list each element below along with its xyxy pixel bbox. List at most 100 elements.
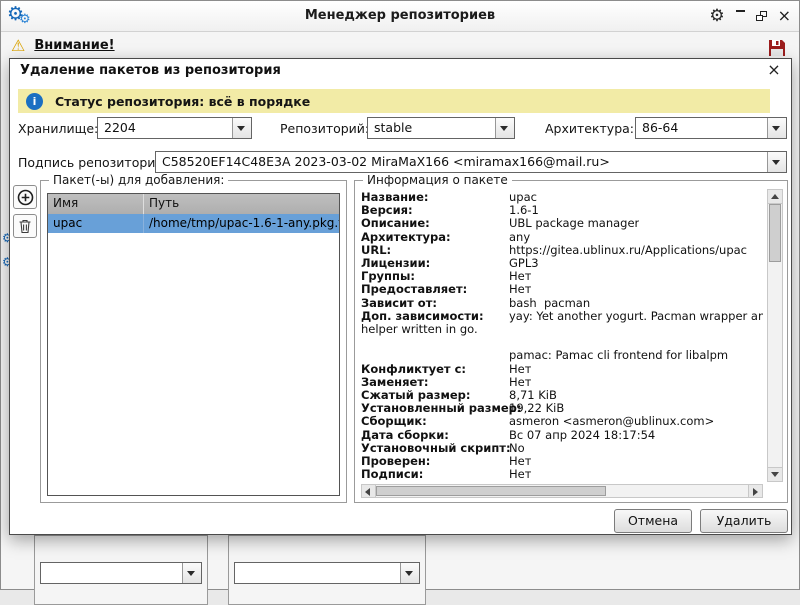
table-row[interactable]: upac/home/tmp/upac-1.6-1-any.pkg.t: [48, 214, 339, 233]
info-field-row: Дата сборки:Вс 07 апр 2024 18:17:54: [361, 429, 763, 442]
info-field-row: pamac: Pamac cli frontend for libalpm: [361, 349, 763, 362]
info-icon: i: [26, 93, 43, 110]
packages-group-title: Пакет(-ы) для добавления:: [49, 173, 228, 187]
package-table-body: upac/home/tmp/upac-1.6-1-any.pkg.t: [48, 214, 339, 233]
signature-combobox[interactable]: C58520EF14C48E3A 2023-03-02 MiraMaX166 <…: [155, 151, 787, 173]
maximize-button[interactable]: [756, 11, 767, 21]
architecture-label: Архитектура:: [545, 121, 634, 136]
minimize-button[interactable]: [736, 10, 745, 12]
info-field-value: Нет: [509, 283, 531, 296]
column-header-path[interactable]: Путь: [144, 194, 339, 214]
info-field-value: any: [509, 231, 530, 244]
info-field-value: Нет: [509, 363, 531, 376]
info-spacer: [361, 336, 763, 349]
dropdown-arrow-icon[interactable]: [767, 118, 786, 138]
info-field-label: Сборщик:: [361, 415, 509, 428]
warning-bar: ⚠ Внимание!: [1, 32, 799, 59]
package-info-list: Название:upacВерсия:1.6-1Описание:UBL pa…: [361, 191, 763, 482]
scrollbar-thumb[interactable]: [376, 486, 606, 496]
info-field-label: Предоставляет:: [361, 283, 509, 296]
background-combobox[interactable]: [234, 562, 420, 584]
horizontal-scrollbar[interactable]: [361, 484, 763, 498]
packages-groupbox: Пакет(-ы) для добавления: Имя Путь upac/…: [40, 180, 347, 503]
remove-packages-dialog: Удаление пакетов из репозитория × i Стат…: [9, 58, 792, 535]
scrollbar-thumb[interactable]: [769, 204, 781, 262]
dropdown-arrow-icon[interactable]: [767, 152, 786, 172]
package-name-cell[interactable]: upac: [48, 214, 144, 233]
window-controls: ⚙ ×: [709, 1, 791, 31]
remove-package-button[interactable]: [13, 214, 37, 238]
trash-icon: [17, 218, 33, 234]
add-icon: [17, 189, 34, 206]
info-field-row: Зависит от:bash pacman: [361, 297, 763, 310]
info-field-label: Конфликтует с:: [361, 363, 509, 376]
architecture-value: 86-64: [642, 118, 766, 138]
storage-label: Хранилище:: [18, 121, 98, 136]
window-title: Менеджер репозиториев: [1, 1, 799, 31]
info-field-row: Предоставляет:Нет: [361, 283, 763, 296]
cancel-button[interactable]: Отмена: [614, 509, 692, 533]
storage-value: 2204: [104, 118, 231, 138]
vertical-scrollbar[interactable]: [767, 189, 783, 482]
add-package-button[interactable]: [13, 185, 37, 209]
info-field-value: 19,22 KiB: [509, 402, 564, 415]
dropdown-arrow-icon[interactable]: [182, 563, 201, 583]
titlebar: ⚙ ⚙ Менеджер репозиториев ⚙ ×: [1, 1, 799, 32]
architecture-combobox[interactable]: 86-64: [635, 117, 787, 139]
storage-combobox[interactable]: 2204: [97, 117, 252, 139]
info-field-row: Название:upac: [361, 191, 763, 204]
info-field-value: Нет: [509, 376, 531, 389]
package-table[interactable]: Имя Путь upac/home/tmp/upac-1.6-1-any.pk…: [47, 193, 340, 496]
background-combobox[interactable]: [40, 562, 202, 584]
dropdown-arrow-icon[interactable]: [495, 118, 514, 138]
status-bar: i Статус репозитория: всё в порядке: [18, 89, 770, 113]
package-info-groupbox: Информация о пакете Название:upacВерсия:…: [354, 180, 788, 503]
info-field-value: UBL package manager: [509, 217, 639, 230]
info-field-value: Нет: [509, 270, 531, 283]
status-text: Статус репозитория: всё в порядке: [55, 94, 310, 109]
info-field-row: Архитектура:any: [361, 231, 763, 244]
info-field-value: No: [509, 442, 525, 455]
info-field-label: Описание:: [361, 217, 509, 230]
window-close-button[interactable]: ×: [778, 8, 791, 24]
info-field-label: Дата сборки:: [361, 429, 509, 442]
scroll-up-icon[interactable]: [768, 190, 782, 204]
dropdown-arrow-icon[interactable]: [400, 563, 419, 583]
signature-value: C58520EF14C48E3A 2023-03-02 MiraMaX166 <…: [162, 152, 766, 172]
settings-gear-icon[interactable]: ⚙: [709, 6, 724, 26]
info-field-row: Лицензии:GPL3: [361, 257, 763, 270]
repository-value: stable: [374, 118, 494, 138]
info-field-value: yay: Yet another yogurt. Pacman wrapper …: [509, 310, 763, 323]
dialog-close-button[interactable]: ×: [765, 61, 783, 79]
info-field-label: [361, 349, 509, 362]
maximize-icon: [756, 15, 763, 21]
info-field-value: Вс 07 апр 2024 18:17:54: [509, 429, 655, 442]
scroll-down-icon[interactable]: [768, 467, 782, 481]
info-field-row: Подписи:Нет: [361, 468, 763, 481]
info-field-row: Описание:UBL package manager: [361, 217, 763, 230]
info-field-label: Подписи:: [361, 468, 509, 481]
dropdown-arrow-icon[interactable]: [232, 118, 251, 138]
info-field-value: asmeron <asmeron@ublinux.com>: [509, 415, 714, 428]
info-field-value: upac: [509, 191, 537, 204]
column-header-name[interactable]: Имя: [48, 194, 144, 214]
warning-label[interactable]: Внимание!: [34, 38, 114, 53]
repository-combobox[interactable]: stable: [367, 117, 515, 139]
info-field-row: Сборщик:asmeron <asmeron@ublinux.com>: [361, 415, 763, 428]
scroll-right-icon[interactable]: [748, 485, 762, 497]
scroll-left-icon[interactable]: [362, 485, 376, 497]
info-field-value: GPL3: [509, 257, 539, 270]
repository-label: Репозиторий:: [280, 121, 369, 136]
package-path-cell[interactable]: /home/tmp/upac-1.6-1-any.pkg.t: [144, 214, 339, 233]
info-field-value: pamac: Pamac cli frontend for libalpm: [509, 349, 728, 362]
delete-button[interactable]: Удалить: [700, 509, 788, 533]
signature-label: Подпись репозитория:: [18, 155, 167, 170]
package-table-header[interactable]: Имя Путь: [48, 194, 339, 214]
info-field-label: Архитектура:: [361, 231, 509, 244]
info-continuation: helper written in go.: [361, 323, 763, 336]
warning-icon: ⚠: [11, 38, 25, 54]
app-window: ⚙ ⚙ Менеджер репозиториев ⚙ × ⚠ Внимание…: [0, 0, 800, 590]
info-field-value: Нет: [509, 468, 531, 481]
dialog-title: Удаление пакетов из репозитория: [20, 63, 281, 78]
info-field-value: Нет: [509, 455, 531, 468]
